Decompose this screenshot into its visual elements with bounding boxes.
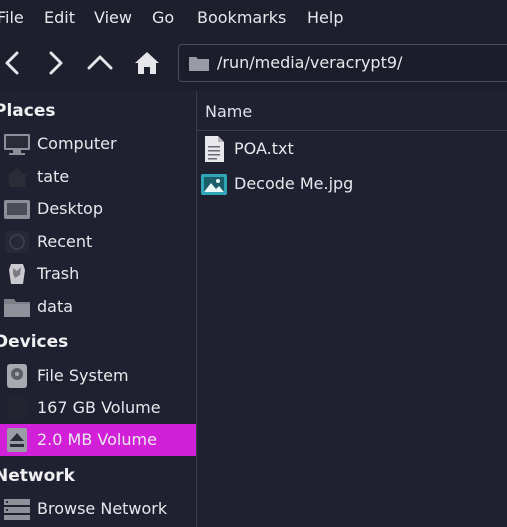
file-item-decode-me-jpg[interactable]: Decode Me.jpg	[197, 167, 507, 201]
location-bar[interactable]: /run/media/veracrypt9/	[178, 44, 507, 82]
folder-icon	[4, 299, 30, 317]
up-icon[interactable]	[85, 48, 115, 78]
menu-edit[interactable]: Edit	[44, 8, 75, 27]
menu-file[interactable]: File	[0, 8, 24, 27]
menu-help[interactable]: Help	[307, 8, 343, 27]
sidebar-item-label: 2.0 MB Volume	[37, 430, 157, 449]
devices-header: Devices	[0, 332, 69, 352]
sidebar-item-label: Computer	[37, 134, 117, 153]
home-folder-icon	[6, 168, 28, 187]
desktop-icon	[4, 200, 30, 219]
sidebar-item-browse-network[interactable]: Browse Network	[0, 493, 196, 525]
trash-icon	[9, 264, 25, 284]
sidebar-item-label: tate	[37, 167, 70, 186]
recent-icon	[5, 231, 29, 253]
forward-icon[interactable]	[40, 48, 70, 78]
back-icon[interactable]	[0, 48, 28, 78]
sidebar-item-label: Trash	[37, 264, 80, 283]
eject-icon[interactable]	[3, 428, 31, 452]
location-path[interactable]: /run/media/veracrypt9/	[217, 53, 402, 72]
file-view: Name POA.txt Decode Me.jpg	[197, 91, 507, 527]
sidebar-item-label: Desktop	[37, 199, 103, 218]
sidebar-item-computer[interactable]: Computer	[0, 128, 196, 160]
sidebar-item-label: data	[37, 297, 74, 316]
file-name: Decode Me.jpg	[234, 174, 354, 193]
sidebar-item-label: Browse Network	[37, 499, 168, 518]
sidebar-item-label: 167 GB Volume	[37, 398, 161, 417]
column-name-label: Name	[205, 102, 253, 121]
sidebar-item-tate[interactable]: tate	[0, 161, 196, 193]
column-header-name[interactable]: Name	[197, 91, 507, 131]
file-name: POA.txt	[234, 139, 294, 158]
network-icon	[4, 499, 30, 520]
sidebar-item-desktop[interactable]: Desktop	[0, 193, 196, 225]
sidebar: Places Computer tate Desktop Recent Tras…	[0, 91, 196, 527]
menu-bookmarks[interactable]: Bookmarks	[197, 8, 286, 27]
sidebar-item-recent[interactable]: Recent	[0, 226, 196, 258]
sidebar-item-label: File System	[37, 366, 129, 385]
sidebar-item-167gb-volume[interactable]: 167 GB Volume	[0, 392, 196, 424]
text-file-icon	[205, 136, 224, 162]
folder-icon	[189, 57, 209, 71]
file-item-poa-txt[interactable]: POA.txt	[197, 132, 507, 166]
menu-go[interactable]: Go	[152, 8, 174, 27]
menu-view[interactable]: View	[94, 8, 132, 27]
places-header: Places	[0, 101, 56, 121]
computer-icon	[4, 134, 30, 155]
sidebar-item-trash[interactable]: Trash	[0, 258, 196, 290]
image-file-icon	[201, 174, 227, 195]
drive-icon	[7, 364, 27, 388]
sidebar-item-file-system[interactable]: File System	[0, 360, 196, 392]
home-icon[interactable]	[132, 48, 162, 78]
drive-icon	[7, 396, 27, 420]
sidebar-item-data[interactable]: data	[0, 291, 196, 323]
menubar: File Edit View Go Bookmarks Help	[0, 0, 507, 36]
sidebar-item-2mb-volume[interactable]: 2.0 MB Volume	[0, 424, 196, 456]
network-header: Network	[0, 466, 75, 486]
sidebar-item-label: Recent	[37, 232, 93, 251]
